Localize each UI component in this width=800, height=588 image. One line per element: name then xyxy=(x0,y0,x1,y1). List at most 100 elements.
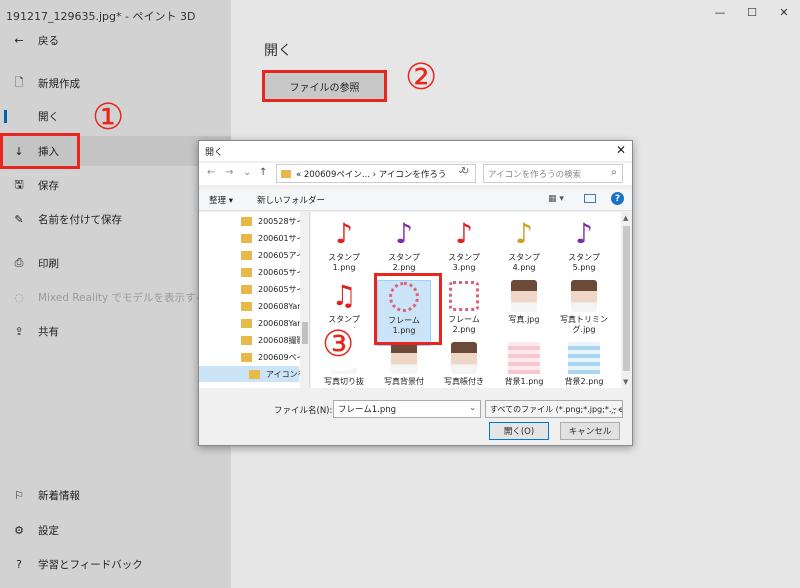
background-thumbnail xyxy=(568,342,600,374)
nav-print[interactable]: ⎙ 印刷 xyxy=(0,248,231,278)
tree-scroll-thumb[interactable] xyxy=(302,322,308,344)
chevron-down-icon[interactable]: ⌄ xyxy=(611,403,618,412)
tree-folder-label: 200608撮影 xyxy=(258,335,305,345)
tree-folder-item[interactable]: 200608Yar xyxy=(241,315,301,331)
file-item[interactable]: 写真.jpg xyxy=(497,280,551,346)
address-bar[interactable]: « 200609ペイン... › アイコンを作ろう xyxy=(276,164,476,183)
view-options-icon[interactable]: ▦ ▾ xyxy=(548,194,564,204)
maximize-button[interactable]: ☐ xyxy=(736,0,768,24)
mixed-reality-icon: ◌ xyxy=(14,290,24,304)
folder-icon xyxy=(241,318,252,328)
file-item[interactable]: ♪ スタンプ 5.png xyxy=(557,218,611,284)
refresh-icon[interactable]: ↻ xyxy=(461,166,469,177)
recent-chevron-icon[interactable]: ⌄ xyxy=(243,167,251,178)
file-name: 写真背景付 xyxy=(384,377,424,386)
file-item[interactable]: フレーム 2.png xyxy=(437,280,491,346)
file-thumbnail xyxy=(448,280,480,312)
address-row: ← → ⌄ ↑ « 200609ペイン... › アイコンを作ろう ⌄ ↻ アイ… xyxy=(199,163,632,185)
photo-thumbnail xyxy=(511,280,537,312)
nav-settings-label: 設定 xyxy=(38,524,59,537)
file-scrollbar[interactable]: ▲ ▼ xyxy=(621,212,632,388)
annotation-step-3: ③ xyxy=(322,324,355,365)
nav-settings[interactable]: ⚙ 設定 xyxy=(0,515,231,545)
tree-scrollbar[interactable] xyxy=(300,212,309,388)
open-button[interactable]: 開く(O) xyxy=(489,422,549,440)
nav-save[interactable]: 🖫 保存 xyxy=(0,170,231,200)
scroll-up-icon[interactable]: ▲ xyxy=(623,214,628,222)
tree-folder-item[interactable]: 200528サイ xyxy=(241,213,305,229)
browse-files-button[interactable]: ファイルの参照 xyxy=(262,70,387,102)
filename-label: ファイル名(N): xyxy=(274,406,333,416)
file-item[interactable]: 背景1.png xyxy=(497,342,551,388)
back-arrow-icon[interactable]: ← xyxy=(207,167,215,178)
nav-learn[interactable]: ? 学習とフィードバック xyxy=(0,549,231,579)
music-note-icon: ♪ xyxy=(575,217,593,250)
nav-save-as[interactable]: ✎ 名前を付けて保存 xyxy=(0,204,231,234)
file-name: 背景2.png xyxy=(564,377,604,386)
file-scroll-thumb[interactable] xyxy=(623,226,630,371)
file-name: 背景1.png xyxy=(504,377,544,386)
folder-icon xyxy=(241,233,252,243)
folder-icon xyxy=(281,169,291,178)
filename-input[interactable]: フレーム1.png ⌄ xyxy=(333,400,481,418)
search-icon: ⌕ xyxy=(611,167,617,178)
open-folder-icon xyxy=(12,109,26,123)
help-icon: ? xyxy=(16,557,22,571)
cancel-button[interactable]: キャンセル xyxy=(560,422,620,440)
up-arrow-icon[interactable]: ↑ xyxy=(259,167,267,178)
folder-icon xyxy=(241,284,252,294)
nav-new-label: 新規作成 xyxy=(38,77,80,90)
tree-folder-item[interactable]: 200605サイ xyxy=(241,264,305,280)
help-icon[interactable]: ? xyxy=(611,192,624,205)
search-placeholder: アイコンを作ろうの検索 xyxy=(488,169,582,180)
dialog-close-button[interactable]: ✕ xyxy=(616,143,626,157)
new-folder-button[interactable]: 新しいフォルダー xyxy=(257,194,325,206)
tree-folder-item[interactable]: 200605サイ xyxy=(241,281,305,297)
close-button[interactable]: ✕ xyxy=(768,0,800,24)
nav-whats-new[interactable]: ⚐ 新着情報 xyxy=(0,480,231,510)
annotation-highlight-frame xyxy=(374,273,442,345)
gear-icon: ⚙ xyxy=(14,523,24,537)
file-name: スタンプ 3.png xyxy=(448,253,480,272)
tree-folder-item[interactable]: 200609ペイ xyxy=(241,349,305,365)
file-thumbnail xyxy=(508,342,540,374)
folder-icon xyxy=(249,369,260,379)
preview-pane-icon[interactable] xyxy=(584,194,596,203)
page-title: 開く xyxy=(264,43,292,59)
organize-menu[interactable]: 整理 ▾ xyxy=(209,194,233,206)
chevron-down-icon[interactable]: ⌄ xyxy=(469,403,476,412)
scroll-down-icon[interactable]: ▼ xyxy=(623,378,628,386)
file-name: スタンプ 2.png xyxy=(388,253,420,272)
tree-folder-item[interactable]: アイコンを作 xyxy=(199,366,309,382)
tree-folder-item[interactable]: 200605アイ xyxy=(241,247,304,263)
file-item[interactable]: 背景2.png xyxy=(557,342,611,388)
file-item[interactable]: ♪ スタンプ 1.png xyxy=(317,218,371,284)
file-name: 写真帳付き xyxy=(444,377,484,386)
tree-folder-item[interactable]: 200608撮影 xyxy=(241,332,305,348)
folder-tree: 200528サイ 200601サイ 200605アイ 200605サイ 200605サイ… xyxy=(199,212,310,388)
tree-folder-item[interactable]: 200608Yar xyxy=(241,298,301,314)
back-label: 戻る xyxy=(38,34,59,47)
new-file-icon: 🗋 xyxy=(14,75,24,89)
file-name: フレーム 2.png xyxy=(448,315,480,334)
minimize-button[interactable]: — xyxy=(704,0,736,24)
filename-value: フレーム1.png xyxy=(338,405,397,415)
search-input[interactable]: アイコンを作ろうの検索 ⌕ xyxy=(483,164,623,183)
file-item[interactable]: 写真背景付 xyxy=(377,342,431,388)
forward-arrow-icon[interactable]: → xyxy=(225,167,233,178)
file-name: 写真切り抜 xyxy=(324,377,364,386)
file-item[interactable]: ♪ スタンプ 3.png xyxy=(437,218,491,284)
file-item[interactable]: 写真帳付き xyxy=(437,342,491,388)
arrow-left-icon: ← xyxy=(14,33,24,47)
folder-icon xyxy=(241,352,252,362)
file-item[interactable]: ♪ スタンプ 4.png xyxy=(497,218,551,284)
tree-folder-item[interactable]: 200601サイ xyxy=(241,230,305,246)
nav-share-label: 共有 xyxy=(38,325,59,338)
nav-share[interactable]: ⇪ 共有 xyxy=(0,316,231,346)
nav-new[interactable]: 🗋 新規作成 xyxy=(0,68,231,98)
filetype-select[interactable]: すべてのファイル (*.png;*.jpg;*.jpeg ⌄ xyxy=(485,400,623,418)
back-button[interactable]: ← 戻る xyxy=(0,25,231,55)
folder-icon xyxy=(241,216,252,226)
dialog-title: 開く xyxy=(205,148,224,158)
file-item[interactable]: 写真トリミング.jpg xyxy=(557,280,611,346)
